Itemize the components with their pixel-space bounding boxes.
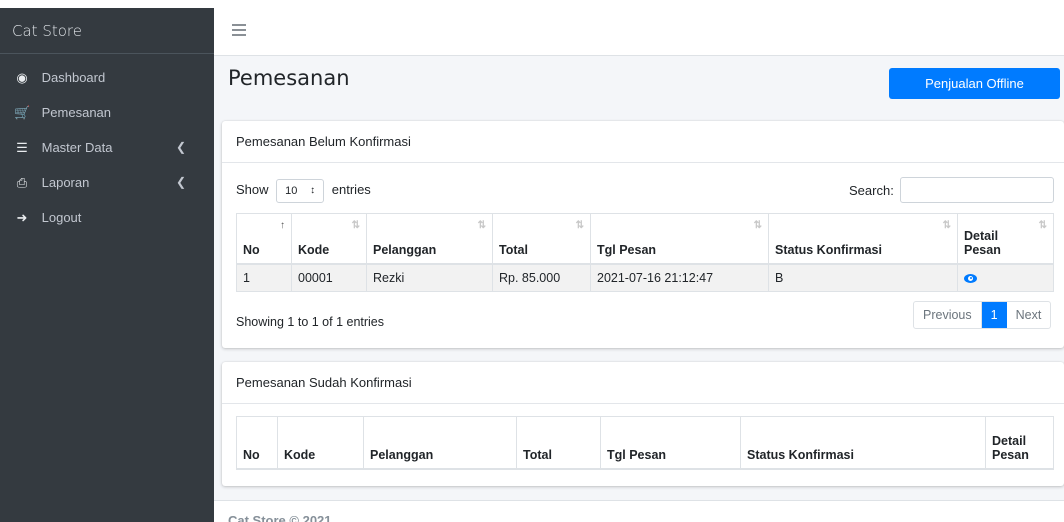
sidebar-item-laporan[interactable]: ⎙ Laporan ❮	[0, 165, 214, 200]
sort-icon: ⇅	[942, 220, 951, 231]
logout-icon: ➜	[16, 210, 28, 225]
hamburger-icon[interactable]	[232, 24, 246, 36]
database-icon: ☰	[16, 140, 28, 155]
entries-value: 10	[285, 184, 298, 197]
card-sudah-konfirmasi: Pemesanan Sudah Konfirmasi No Kode Pelan…	[222, 362, 1064, 486]
column-header-tgl-pesan[interactable]: Tgl Pesan ⇅	[590, 213, 769, 265]
penjualan-offline-button[interactable]: Penjualan Offline	[889, 68, 1060, 99]
sort-asc-icon: ↑	[280, 220, 285, 231]
top-edge	[0, 0, 1064, 8]
table-info: Showing 1 to 1 of 1 entries	[236, 315, 385, 329]
footer: Cat Store © 2021	[214, 500, 1064, 522]
chevron-left-icon: ❮	[175, 175, 186, 189]
sidebar-item-pemesanan[interactable]: 🛒 Pemesanan	[0, 95, 214, 130]
column-header-pelanggan: Pelanggan	[363, 416, 517, 470]
column-header-no[interactable]: No ↑	[236, 213, 292, 265]
chevron-left-icon: ❮	[175, 140, 186, 154]
column-header-detail: Detail Pesan	[985, 416, 1054, 470]
sort-icon: ⇅	[575, 220, 584, 231]
eye-icon[interactable]	[964, 273, 977, 283]
sidebar-item-master-data[interactable]: ☰ Master Data ❮	[0, 130, 214, 165]
next-button[interactable]: Next	[1007, 302, 1051, 328]
cell-no: 1	[236, 263, 292, 292]
top-navbar	[214, 8, 1064, 56]
sidebar: Cat Store ◉ Dashboard 🛒 Pemesanan ☰ Mast…	[0, 8, 214, 522]
confirmed-orders-table: No Kode Pelanggan Total Tgl Pesan Status…	[236, 416, 1054, 470]
search-label: Search:	[849, 183, 894, 198]
sidebar-item-dashboard[interactable]: ◉ Dashboard	[0, 60, 214, 95]
previous-button[interactable]: Previous	[914, 302, 982, 328]
sidebar-item-logout[interactable]: ➜ Logout	[0, 200, 214, 235]
column-header-total: Total	[516, 416, 601, 470]
print-icon: ⎙	[16, 175, 28, 190]
cell-tgl-pesan: 2021-07-16 21:12:47	[590, 263, 769, 292]
sort-icon: ⇅	[1038, 220, 1047, 231]
page-title: Pemesanan	[228, 66, 350, 90]
card-title: Pemesanan Sudah Konfirmasi	[222, 362, 1064, 404]
sidebar-item-label: Pemesanan	[41, 105, 112, 120]
column-header-kode[interactable]: Kode ⇅	[291, 213, 367, 265]
sidebar-item-label: Laporan	[41, 175, 90, 190]
sort-icon: ⇅	[351, 220, 360, 231]
brand-title[interactable]: Cat Store	[0, 8, 214, 54]
app-window: Cat Store ◉ Dashboard 🛒 Pemesanan ☰ Mast…	[0, 0, 1064, 522]
column-header-pelanggan[interactable]: Pelanggan ⇅	[366, 213, 493, 265]
sort-icon: ⇅	[753, 220, 762, 231]
cell-status: B	[768, 263, 958, 292]
cell-total: Rp. 85.000	[492, 263, 591, 292]
dashboard-icon: ◉	[16, 70, 28, 85]
sidebar-item-label: Dashboard	[41, 70, 106, 85]
select-arrows-icon: ↕	[310, 184, 316, 196]
column-header-status[interactable]: Status Konfirmasi ⇅	[768, 213, 958, 265]
sidebar-item-label: Logout	[41, 210, 82, 225]
card-belum-konfirmasi: Pemesanan Belum Konfirmasi Show 10 ↕ ent…	[222, 121, 1064, 348]
table-row: 1 00001 Rezki Rp. 85.000 2021-07-16 21:1…	[236, 263, 1054, 292]
column-header-status: Status Konfirmasi	[740, 416, 986, 470]
cell-kode: 00001	[291, 263, 367, 292]
cell-pelanggan: Rezki	[366, 263, 493, 292]
show-label: Show	[236, 182, 269, 197]
sort-icon: ⇅	[477, 220, 486, 231]
sidebar-item-label: Master Data	[41, 140, 113, 155]
column-header-total[interactable]: Total ⇅	[492, 213, 591, 265]
cell-detail	[957, 263, 1054, 292]
cart-icon: 🛒	[14, 105, 31, 120]
card-title: Pemesanan Belum Konfirmasi	[222, 121, 1064, 163]
pagination: Previous 1 Next	[913, 301, 1052, 329]
search-input[interactable]	[900, 177, 1054, 203]
sidebar-nav: ◉ Dashboard 🛒 Pemesanan ☰ Master Data ❮ …	[0, 54, 214, 235]
entries-select[interactable]: 10 ↕	[276, 178, 325, 203]
entries-length: Show 10 ↕ entries	[236, 177, 371, 203]
page-1-button[interactable]: 1	[981, 302, 1007, 328]
column-header-kode: Kode	[277, 416, 364, 470]
entries-label: entries	[331, 182, 371, 197]
column-header-detail[interactable]: Detail Pesan ⇅	[957, 213, 1054, 265]
orders-table: No ↑ Kode ⇅ Pelanggan ⇅ Total ⇅ Tgl Pesan ⇅ S…	[236, 213, 1054, 292]
column-header-tgl-pesan: Tgl Pesan	[600, 416, 741, 470]
footer-text: Cat Store © 2021	[228, 513, 332, 522]
column-header-no: No	[236, 416, 278, 470]
